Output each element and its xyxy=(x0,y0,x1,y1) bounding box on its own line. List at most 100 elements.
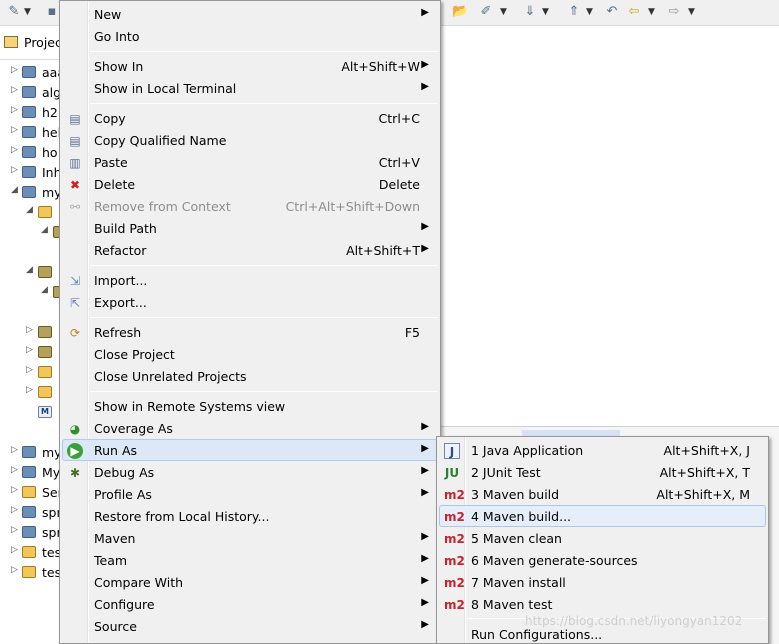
annotation-icon[interactable]: ⇓ xyxy=(522,4,538,20)
menu-item-source[interactable]: Source ▶ xyxy=(62,615,438,637)
run-as-item-5-maven-clean[interactable]: m2 5 Maven clean xyxy=(439,527,766,549)
tree-item[interactable]: ▷ aaa xyxy=(0,62,59,82)
tree-item[interactable]: ▷ tes xyxy=(0,562,59,582)
menu-item-configure[interactable]: Configure ▶ xyxy=(62,593,438,615)
menu-item-label: Show in Local Terminal xyxy=(94,81,237,96)
chevron-down-icon[interactable]: ▼ xyxy=(500,4,507,20)
menu-item-label: Import... xyxy=(94,273,148,288)
save-icon[interactable]: ▪ xyxy=(44,4,60,20)
tree-collapsed-icon[interactable]: ▷ xyxy=(26,325,33,335)
tree-expanded-icon[interactable]: ◢ xyxy=(26,205,33,215)
run-as-item-6-maven-generate-sources[interactable]: m2 6 Maven generate-sources xyxy=(439,549,766,571)
menu-item-close-unrelated-projects[interactable]: Close Unrelated Projects xyxy=(62,365,438,387)
tree-collapsed-icon[interactable]: ▷ xyxy=(26,345,33,355)
menu-item-go-into[interactable]: Go Into xyxy=(62,25,438,47)
menu-item-show-in-remote-systems-view[interactable]: Show in Remote Systems view xyxy=(62,395,438,417)
tree-collapsed-icon[interactable]: ▷ xyxy=(11,505,18,515)
tree-collapsed-icon[interactable]: ▷ xyxy=(26,365,33,375)
run-as-item-7-maven-install[interactable]: m2 7 Maven install xyxy=(439,571,766,593)
menu-item-copy[interactable]: ▤ Copy Ctrl+C xyxy=(62,107,438,129)
tree-collapsed-icon[interactable]: ▷ xyxy=(11,125,18,135)
tree-item[interactable]: ▷ ho xyxy=(0,142,59,162)
new-wizard-icon[interactable]: ✎ xyxy=(6,4,22,20)
menu-item-delete[interactable]: ✖ Delete Delete xyxy=(62,173,438,195)
last-edit-icon[interactable]: ↶ xyxy=(604,4,620,20)
tree-expanded-icon[interactable]: ◢ xyxy=(11,185,18,195)
chevron-down-icon[interactable]: ▼ xyxy=(648,4,655,20)
tree-item[interactable]: ◢ xyxy=(0,202,59,222)
tree-collapsed-icon[interactable]: ▷ xyxy=(11,85,18,95)
menu-item-compare-with[interactable]: Compare With ▶ xyxy=(62,571,438,593)
menu-item-show-in[interactable]: Show In Alt+Shift+W ▶ xyxy=(62,55,438,77)
tree-item[interactable]: ▷ My xyxy=(0,462,59,482)
chevron-down-icon[interactable]: ▼ xyxy=(586,4,593,20)
tree-collapsed-icon[interactable]: ▷ xyxy=(11,545,18,555)
tree-item[interactable]: M xyxy=(0,402,59,422)
tree-item[interactable]: ▷ xyxy=(0,342,59,362)
tree-collapsed-icon[interactable]: ▷ xyxy=(26,385,33,395)
tree-item[interactable]: ▷ hel xyxy=(0,122,59,142)
tree-item[interactable]: ▷ spr xyxy=(0,522,59,542)
tree-item[interactable]: ▷ xyxy=(0,382,59,402)
pen-icon[interactable]: ✐ xyxy=(478,4,494,20)
run-as-item-3-maven-build[interactable]: m2 3 Maven build Alt+Shift+X, M xyxy=(439,483,766,505)
run-as-item-4-maven-build[interactable]: m2 4 Maven build... xyxy=(439,505,766,527)
tree-item[interactable]: ▷ xyxy=(0,322,59,342)
tree-item[interactable]: ▷ xyxy=(0,362,59,382)
chevron-down-icon[interactable]: ▼ xyxy=(542,4,549,20)
tree-item[interactable]: ▷ Inh xyxy=(0,162,59,182)
run-as-item-2-junit-test[interactable]: JU 2 JUnit Test Alt+Shift+X, T xyxy=(439,461,766,483)
menu-item-refactor[interactable]: Refactor Alt+Shift+T ▶ xyxy=(62,239,438,261)
menu-item-maven[interactable]: Maven ▶ xyxy=(62,527,438,549)
tree-item[interactable]: ◢ xyxy=(0,262,59,282)
run-as-item-1-java-application[interactable]: J 1 Java Application Alt+Shift+X, J xyxy=(439,439,766,461)
tree-item[interactable]: ◢ my xyxy=(0,182,59,202)
tree-item[interactable] xyxy=(0,422,59,442)
tree-collapsed-icon[interactable]: ▷ xyxy=(11,565,18,575)
run-icon: ▶ xyxy=(67,443,83,459)
chevron-down-icon[interactable]: ▼ xyxy=(24,4,31,20)
tree-collapsed-icon[interactable]: ▷ xyxy=(11,525,18,535)
tree-expanded-icon[interactable]: ◢ xyxy=(41,285,48,295)
menu-item-close-project[interactable]: Close Project xyxy=(62,343,438,365)
tree-item[interactable]: ▷ my xyxy=(0,442,59,462)
tree-item[interactable]: ▷ alg xyxy=(0,82,59,102)
menu-item-new[interactable]: New ▶ xyxy=(62,3,438,25)
tree-item[interactable]: ▷ Ser xyxy=(0,482,59,502)
tree-collapsed-icon[interactable]: ▷ xyxy=(11,165,18,175)
previous-annotation-icon[interactable]: ⇑ xyxy=(566,4,582,20)
menu-item-team[interactable]: Team ▶ xyxy=(62,549,438,571)
tree-collapsed-icon[interactable]: ▷ xyxy=(11,485,18,495)
open-folder-icon[interactable]: 📂 xyxy=(452,4,468,20)
tree-collapsed-icon[interactable]: ▷ xyxy=(11,145,18,155)
back-arrow-icon[interactable]: ⇦ xyxy=(626,4,642,20)
menu-item-profile-as[interactable]: Profile As ▶ xyxy=(62,483,438,505)
menu-item-refresh[interactable]: ⟳ Refresh F5 xyxy=(62,321,438,343)
tree-collapsed-icon[interactable]: ▷ xyxy=(11,105,18,115)
tree-item[interactable]: ▷ h2 xyxy=(0,102,59,122)
tree-collapsed-icon[interactable]: ▷ xyxy=(11,465,18,475)
menu-item-paste[interactable]: ▥ Paste Ctrl+V xyxy=(62,151,438,173)
tree-collapsed-icon[interactable]: ▷ xyxy=(11,65,18,75)
menu-item-restore-from-local-history[interactable]: Restore from Local History... xyxy=(62,505,438,527)
tree-item[interactable]: ▷ tes xyxy=(0,542,59,562)
tree-item[interactable]: ▷ spr xyxy=(0,502,59,522)
tree-expanded-icon[interactable]: ◢ xyxy=(26,265,33,275)
run-as-item-8-maven-test[interactable]: m2 8 Maven test xyxy=(439,593,766,615)
menu-item-copy-qualified-name[interactable]: ▤ Copy Qualified Name xyxy=(62,129,438,151)
menu-item-export[interactable]: ⇱ Export... xyxy=(62,291,438,313)
menu-item-import[interactable]: ⇲ Import... xyxy=(62,269,438,291)
menu-item-coverage-as[interactable]: ◕ Coverage As ▶ xyxy=(62,417,438,439)
forward-arrow-icon[interactable]: ⇨ xyxy=(666,4,682,20)
menu-item-build-path[interactable]: Build Path ▶ xyxy=(62,217,438,239)
menu-item-show-in-local-terminal[interactable]: Show in Local Terminal ▶ xyxy=(62,77,438,99)
tree-item[interactable]: ◢ xyxy=(0,222,59,242)
tree-collapsed-icon[interactable]: ▷ xyxy=(11,445,18,455)
tree-expanded-icon[interactable]: ◢ xyxy=(41,225,48,235)
project-explorer-tab[interactable]: Project Explorer xyxy=(0,26,59,60)
menu-item-remove-from-context[interactable]: ⚯ Remove from Context Ctrl+Alt+Shift+Down xyxy=(62,195,438,217)
menu-item-run-as[interactable]: ▶ Run As ▶ xyxy=(62,439,438,461)
chevron-down-icon[interactable]: ▼ xyxy=(688,4,695,20)
menu-item-debug-as[interactable]: ✱ Debug As ▶ xyxy=(62,461,438,483)
tree-item[interactable]: ◢ xyxy=(0,282,59,302)
